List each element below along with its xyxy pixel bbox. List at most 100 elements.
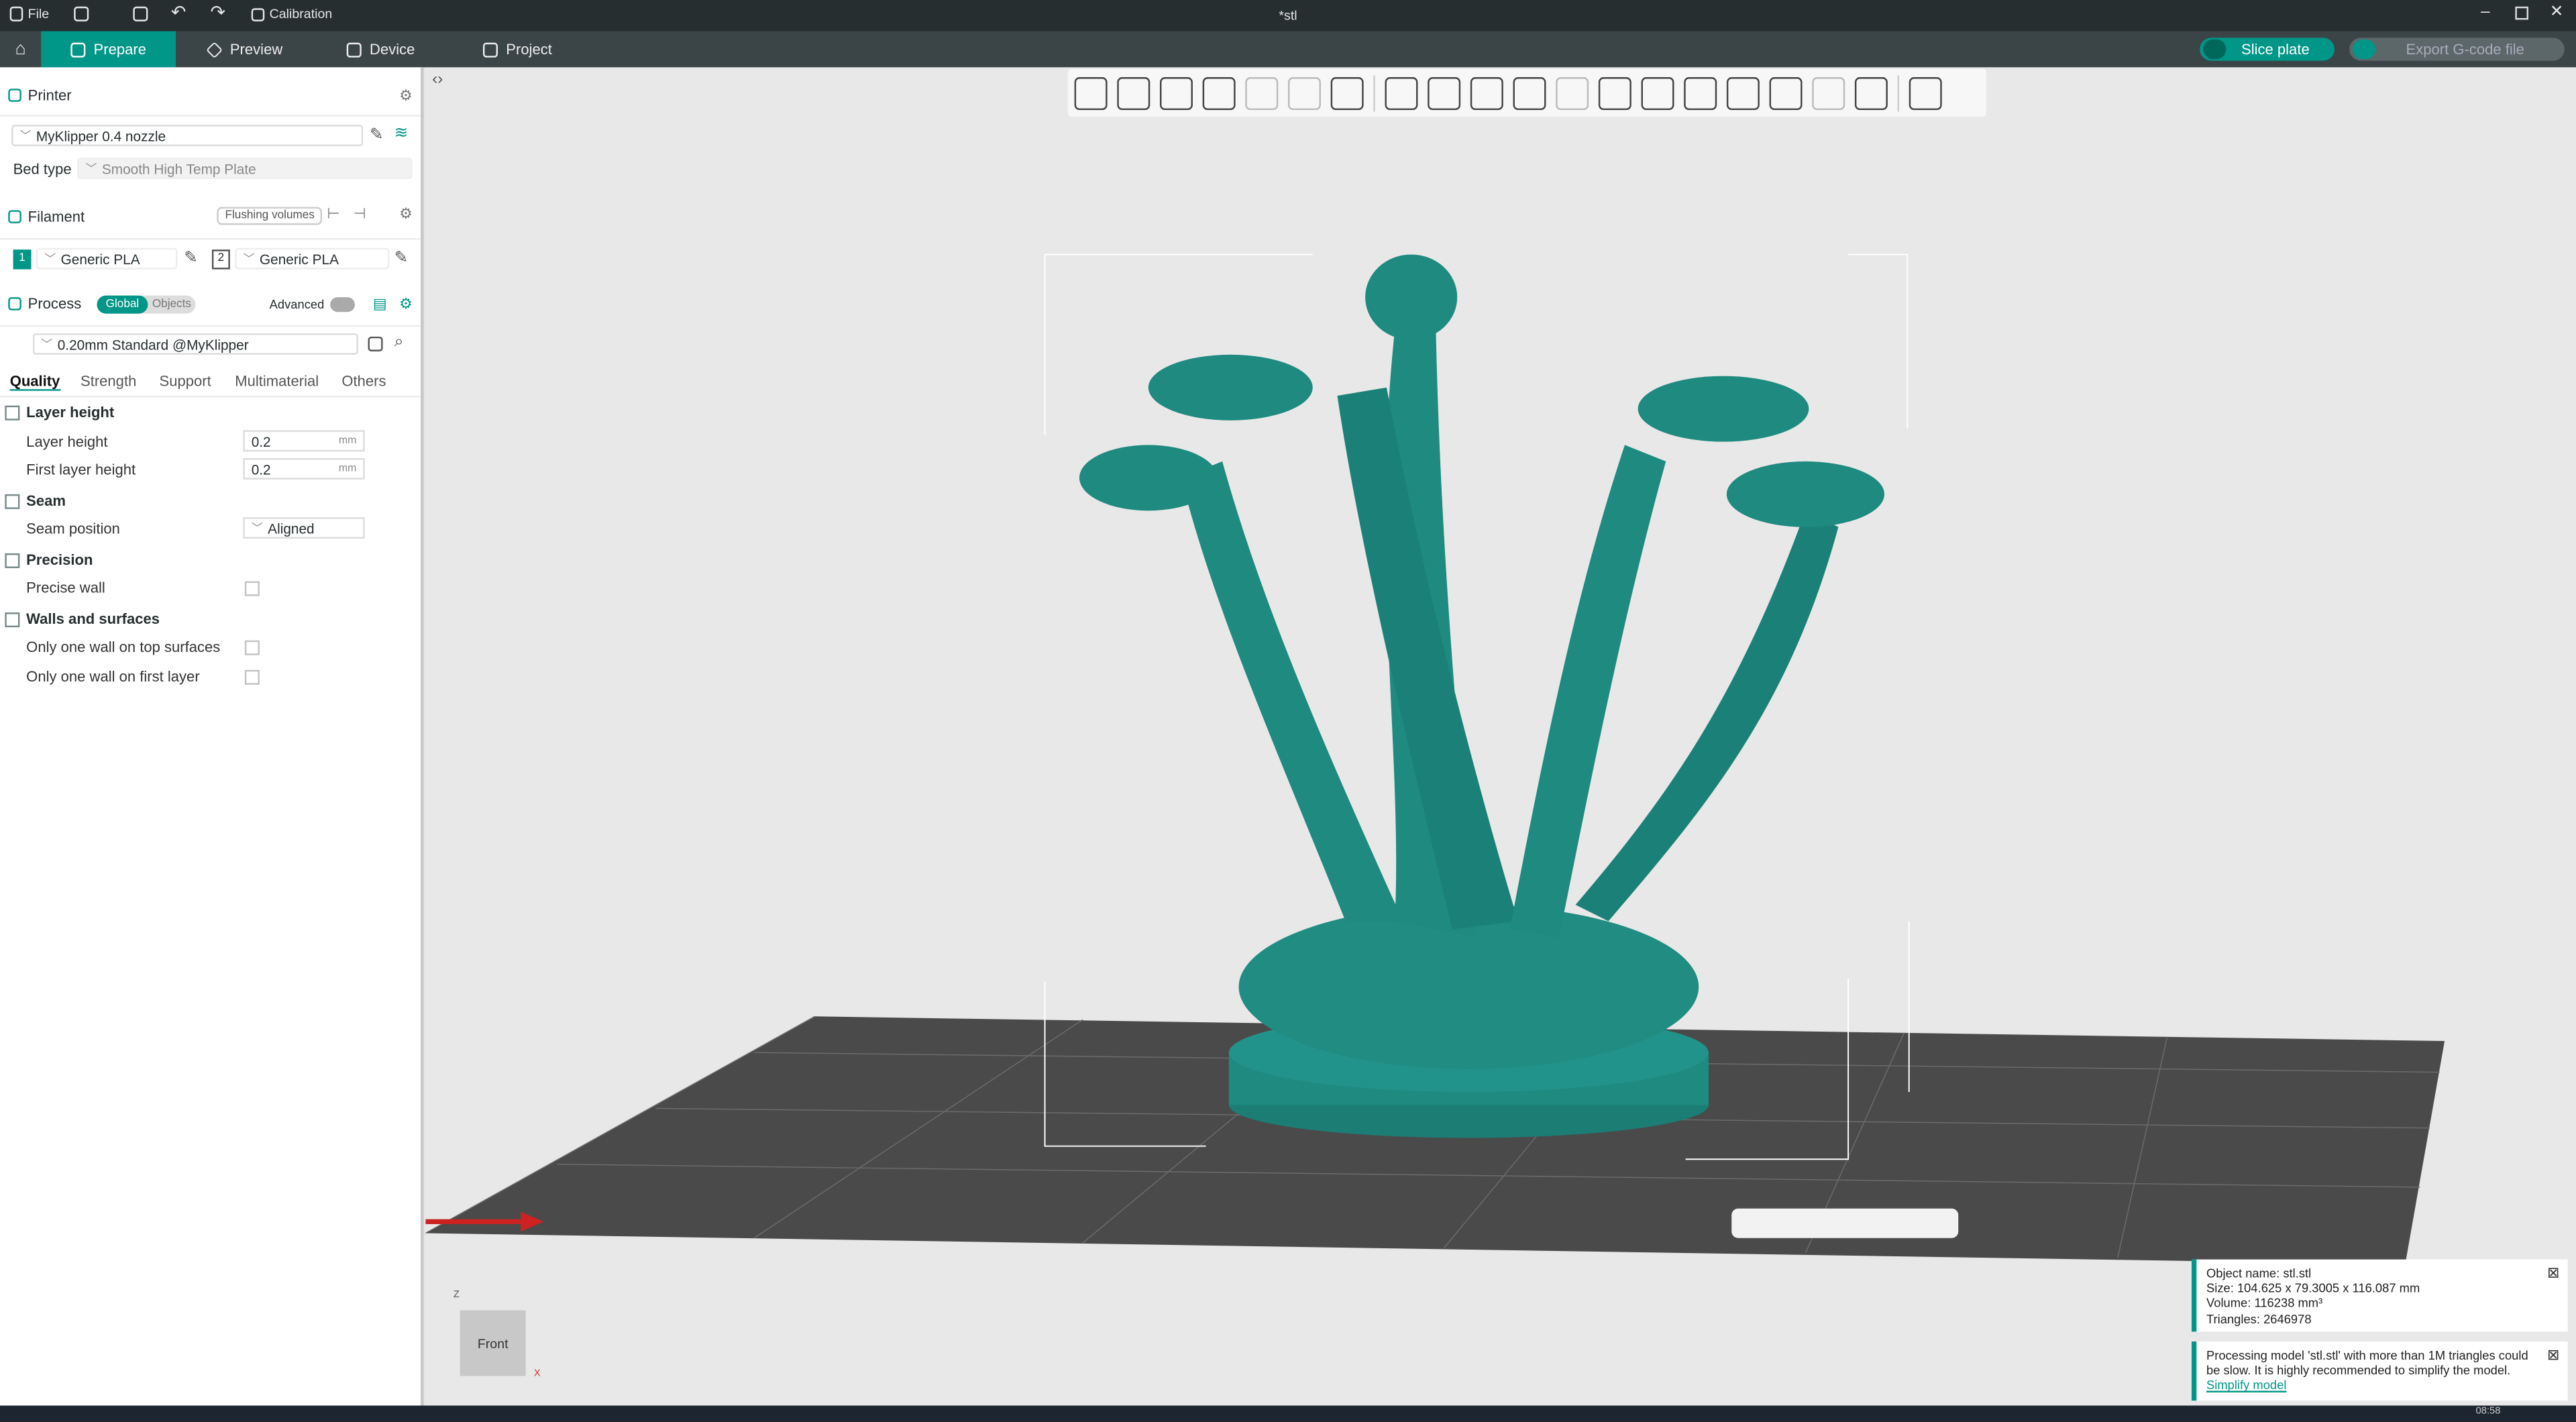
first-layer-height-input[interactable]: 0.2 mm xyxy=(243,457,365,480)
object-name-text: Object name: stl.stl xyxy=(2206,1266,2312,1281)
divider xyxy=(0,325,421,327)
process-icon xyxy=(8,297,21,311)
tab-strength[interactable]: Strength xyxy=(80,373,136,389)
plate-logo xyxy=(1731,1208,1959,1238)
filament-icon xyxy=(8,210,21,223)
seam-position-select[interactable]: ﹀ Aligned xyxy=(243,517,365,539)
slice-plate-button[interactable]: Slice plate xyxy=(2200,38,2335,61)
walls-icon xyxy=(5,611,20,626)
prepare-icon xyxy=(70,42,86,57)
export-dropdown-icon[interactable] xyxy=(2352,39,2376,60)
remove-filament-icon[interactable]: ⊣ xyxy=(354,205,366,223)
search-icon[interactable]: ⌕ xyxy=(394,333,404,351)
chevron-down-icon: ﹀ xyxy=(85,163,97,175)
close-icon[interactable]: ⊠ xyxy=(2547,1265,2559,1281)
tab-device-label: Device xyxy=(370,41,415,58)
group-walls-surfaces: Walls and surfaces xyxy=(0,606,421,632)
edit-printer-icon[interactable]: ✎ xyxy=(370,126,384,144)
process-settings-icon[interactable]: ⚙ xyxy=(399,296,413,314)
objects-toggle-option[interactable]: Objects xyxy=(148,296,195,314)
printer-icon xyxy=(8,89,21,102)
compare-icon[interactable]: ▤ xyxy=(373,296,387,314)
maximize-icon[interactable] xyxy=(2515,6,2529,20)
save-preset-icon[interactable] xyxy=(368,336,383,351)
process-section-title: Process xyxy=(28,295,82,313)
seam-position-value: Aligned xyxy=(268,519,315,537)
precision-icon xyxy=(5,552,20,567)
printer-preset-select[interactable]: ﹀ MyKlipper 0.4 nozzle xyxy=(11,125,364,146)
minimize-icon[interactable]: – xyxy=(2481,3,2490,21)
filament-settings-icon[interactable]: ⚙ xyxy=(399,205,413,223)
advanced-label: Advanced xyxy=(269,297,325,313)
filament-2-select[interactable]: ﹀ Generic PLA xyxy=(235,248,390,270)
simplify-model-link[interactable]: Simplify model xyxy=(2206,1378,2286,1393)
one-wall-top-checkbox[interactable] xyxy=(244,640,260,655)
axis-z-label: Z xyxy=(453,1291,460,1301)
group-precision: Precision xyxy=(0,547,421,573)
tab-prepare[interactable]: Prepare xyxy=(41,31,176,68)
tab-quality[interactable]: Quality xyxy=(9,373,60,391)
os-taskbar: 08:58 xyxy=(0,1405,2576,1422)
tab-project[interactable]: Project xyxy=(467,32,569,68)
view-cube-face[interactable]: Front xyxy=(460,1310,526,1376)
view-cube[interactable]: Z Front X xyxy=(453,1291,541,1379)
device-icon xyxy=(346,42,362,57)
window-title: *stl xyxy=(1279,8,1297,23)
one-wall-first-checkbox[interactable] xyxy=(244,669,260,685)
first-layer-height-unit: mm xyxy=(338,463,357,475)
home-tab[interactable]: ⌂ xyxy=(0,32,41,68)
seam-icon xyxy=(5,493,20,508)
first-layer-height-value: 0.2 xyxy=(251,460,271,478)
advanced-switch[interactable] xyxy=(330,297,355,313)
divider xyxy=(0,395,421,398)
tab-device[interactable]: Device xyxy=(330,32,431,68)
divider xyxy=(0,115,421,117)
add-filament-icon[interactable]: ⊢ xyxy=(327,205,339,223)
printer-section-title: Printer xyxy=(28,87,72,104)
layer-height-unit: mm xyxy=(338,435,357,447)
group-seam: Seam xyxy=(0,488,421,514)
object-info-notification: ⊠ Object name: stl.stl Size: 104.625 x 7… xyxy=(2191,1259,2568,1332)
bed-type-select[interactable]: ﹀ Smooth High Temp Plate xyxy=(77,158,413,179)
filament-slot-2-badge: 2 xyxy=(211,250,230,270)
close-icon[interactable]: ⊠ xyxy=(2547,1347,2559,1364)
filament-2-value: Generic PLA xyxy=(259,250,339,267)
close-icon[interactable]: ✕ xyxy=(2550,3,2564,21)
bed-type-label: Bed type xyxy=(13,160,72,178)
export-gcode-button[interactable]: Export G-code file xyxy=(2349,38,2565,61)
global-objects-toggle: Global Objects xyxy=(97,295,196,314)
wifi-icon[interactable]: ≋ xyxy=(394,125,409,143)
object-size-text: Size: 104.625 x 79.3005 x 116.087 mm xyxy=(2206,1280,2420,1296)
flushing-volumes-button[interactable]: Flushing volumes xyxy=(217,207,323,225)
layer-height-label: Layer height xyxy=(26,433,108,450)
layer-height-value: 0.2 xyxy=(251,433,271,449)
project-icon xyxy=(483,42,498,57)
3d-viewport[interactable]: ‹› Z Front X xyxy=(425,67,2576,1406)
edit-filament-2-icon[interactable]: ✎ xyxy=(394,250,409,268)
tab-preview[interactable]: Preview xyxy=(191,32,299,68)
object-triangles-text: Triangles: 2646978 xyxy=(2206,1311,2312,1327)
process-preset-select[interactable]: ﹀ 0.20mm Standard @MyKlipper xyxy=(32,333,358,355)
chevron-down-icon: ﹀ xyxy=(41,339,53,351)
printer-settings-icon[interactable]: ⚙ xyxy=(399,87,413,105)
bed-type-value: Smooth High Temp Plate xyxy=(101,160,256,177)
tab-support[interactable]: Support xyxy=(160,373,211,389)
group-layer-height: Layer height xyxy=(0,399,421,425)
tab-others[interactable]: Others xyxy=(341,373,386,389)
main-tab-bar: ⌂ Prepare Preview Device Project Slice p… xyxy=(0,31,2576,68)
seam-position-label: Seam position xyxy=(26,521,120,537)
scene-canvas xyxy=(425,254,2445,1264)
divider xyxy=(0,237,421,240)
precise-wall-checkbox[interactable] xyxy=(244,581,260,596)
filament-1-select[interactable]: ﹀ Generic PLA xyxy=(36,248,178,270)
global-toggle-option[interactable]: Global xyxy=(97,295,148,314)
hydra-model[interactable] xyxy=(1079,254,1885,1138)
edit-filament-1-icon[interactable]: ✎ xyxy=(184,250,198,268)
slice-dropdown-icon[interactable] xyxy=(2203,39,2226,60)
chevron-down-icon: ﹀ xyxy=(243,254,255,266)
tab-multimaterial[interactable]: Multimaterial xyxy=(235,373,319,389)
warning-text: Processing model 'stl.stl' with more tha… xyxy=(2206,1348,2528,1378)
group-seam-title: Seam xyxy=(26,492,66,509)
filament-1-value: Generic PLA xyxy=(60,250,140,267)
layer-height-input[interactable]: 0.2 mm xyxy=(243,430,365,452)
